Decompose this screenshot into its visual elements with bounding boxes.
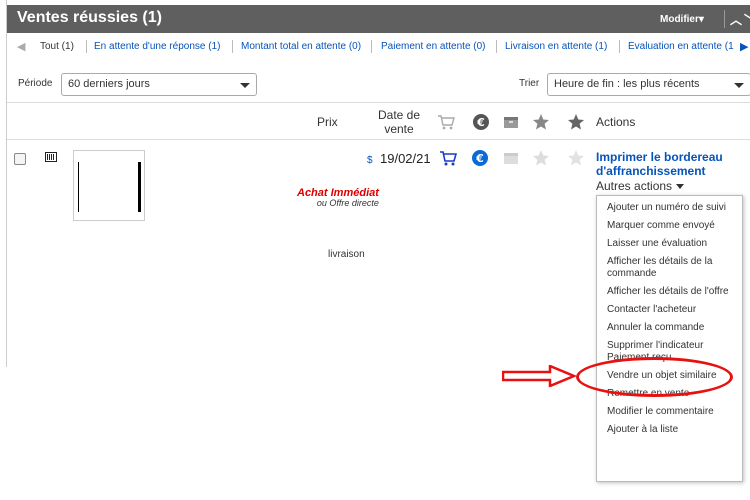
header-divider xyxy=(724,10,725,28)
trier-label: Trier xyxy=(519,78,540,89)
col-actions: Actions xyxy=(596,115,636,129)
modifier-label: Modifier xyxy=(660,14,699,25)
highlight-ellipse xyxy=(576,357,733,397)
col-date-line2: vente xyxy=(384,122,414,136)
star-pending-icon xyxy=(533,150,549,166)
tab-montant-total[interactable]: Montant total en attente (0) xyxy=(241,41,361,52)
chevron-down-icon xyxy=(240,83,250,88)
menu-item-leave-feedback[interactable]: Laisser une évaluation xyxy=(607,238,735,250)
cart-icon xyxy=(438,115,455,130)
row-checkbox[interactable] xyxy=(14,153,26,165)
chevron-down-icon xyxy=(734,83,744,88)
sale-date: 19/02/21 xyxy=(380,151,431,166)
print-label-link[interactable]: Imprimer le bordereau d'affranchissement xyxy=(596,150,750,178)
tab-evaluation-attente[interactable]: Évaluation en attente (1 xyxy=(628,41,736,52)
col-date-line1: Date de xyxy=(377,108,421,122)
star-badge-pending-icon xyxy=(568,150,584,166)
svg-text:€: € xyxy=(476,116,485,129)
tab-divider xyxy=(86,40,87,53)
red-arrow-icon xyxy=(502,365,576,387)
tab-paiement-attente[interactable]: Paiement en attente (0) xyxy=(381,41,486,52)
modifier-button[interactable]: Modifier▾ xyxy=(660,14,704,25)
tab-divider xyxy=(619,40,620,53)
menu-item-contact-buyer[interactable]: Contacter l'acheteur xyxy=(607,304,735,316)
svg-text:€: € xyxy=(475,152,484,165)
trier-value: Heure de fin : les plus récents xyxy=(554,78,700,90)
status-tabs: ◀ Tout (1) En attente d'une réponse (1) … xyxy=(7,36,750,58)
tabs-scroll-left-icon[interactable]: ◀ xyxy=(17,40,25,53)
menu-item-edit-note[interactable]: Modifier le commentaire xyxy=(607,406,735,418)
star-icon xyxy=(533,114,549,130)
tab-divider xyxy=(496,40,497,53)
panel-header: Ventes réussies (1) Modifier▾ ︿﹀ xyxy=(7,5,750,33)
col-date-vente[interactable]: Date de vente xyxy=(375,108,423,136)
tab-en-attente-reponse[interactable]: En attente d'une réponse (1) xyxy=(94,41,220,52)
menu-item-mark-shipped[interactable]: Marquer comme envoyé xyxy=(607,220,735,232)
menu-item-add-to-list[interactable]: Ajouter à la liste xyxy=(607,424,735,436)
tab-divider xyxy=(232,40,233,53)
barcode-icon xyxy=(45,152,57,162)
cart-active-icon xyxy=(440,151,457,166)
divider xyxy=(7,139,750,140)
item-thumbnail[interactable] xyxy=(73,150,145,221)
menu-item-cancel-order[interactable]: Annuler la commande xyxy=(607,322,735,334)
panel-title: Ventes réussies (1) xyxy=(17,9,162,26)
col-prix[interactable]: Prix xyxy=(317,115,338,129)
menu-item-add-tracking[interactable]: Ajouter un numéro de suivi xyxy=(607,202,735,214)
divider xyxy=(7,102,750,103)
price-value[interactable]: $ xyxy=(367,155,373,166)
achat-line2: ou Offre directe xyxy=(316,198,379,208)
menu-item-offer-details[interactable]: Afficher les détails de l'offre xyxy=(607,286,735,298)
livraison-text: livraison xyxy=(328,249,365,260)
euro-paid-icon: € xyxy=(472,150,488,166)
achat-immediat-logo: Achat Immédiat ou Offre directe xyxy=(297,187,379,208)
tab-tout[interactable]: Tout (1) xyxy=(40,41,74,52)
euro-icon: € xyxy=(473,114,489,130)
tab-divider xyxy=(371,40,372,53)
tabs-scroll-right-icon[interactable]: ▶ xyxy=(740,40,748,53)
filter-bar: Période 60 derniers jours Trier Heure de… xyxy=(7,70,750,100)
periode-select[interactable]: 60 derniers jours xyxy=(61,73,257,96)
other-actions-menu: Ajouter un numéro de suivi Marquer comme… xyxy=(596,195,743,482)
other-actions-label: Autres actions xyxy=(596,179,673,193)
star-badge-icon xyxy=(568,114,584,130)
collapse-chevrons-icon[interactable]: ︿﹀ xyxy=(730,11,750,28)
menu-item-order-details[interactable]: Afficher les détails de la commande xyxy=(607,256,735,280)
tab-livraison-attente[interactable]: Livraison en attente (1) xyxy=(505,41,607,52)
other-actions-dropdown[interactable]: Autres actions xyxy=(596,179,685,193)
periode-label: Période xyxy=(18,78,53,89)
package-icon xyxy=(504,117,518,128)
periode-value: 60 derniers jours xyxy=(68,78,150,90)
trier-select[interactable]: Heure de fin : les plus récents xyxy=(547,73,750,96)
chevron-down-icon xyxy=(676,184,685,190)
package-pending-icon xyxy=(504,153,518,164)
